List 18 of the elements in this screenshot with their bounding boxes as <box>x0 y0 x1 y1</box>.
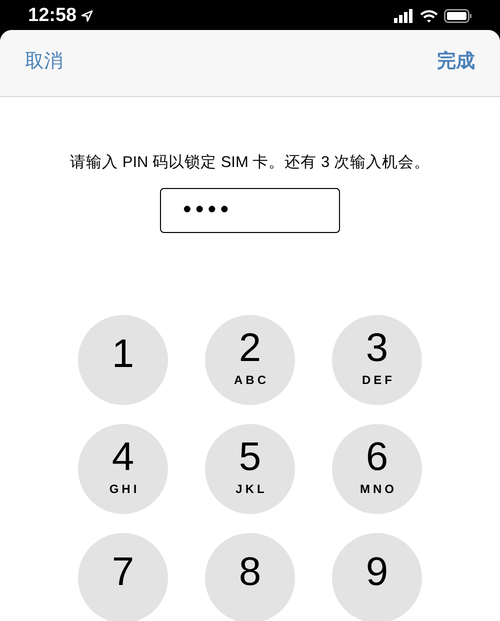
cancel-button[interactable]: 取消 <box>25 48 63 77</box>
cellular-signal-icon <box>394 9 414 24</box>
pin-prompt: 请输入 PIN 码以锁定 SIM 卡。还有 3 次输入机会。 <box>69 152 431 172</box>
keypad-key[interactable]: 7 <box>78 532 168 621</box>
keypad-key[interactable]: 4 GHI <box>78 424 168 514</box>
battery-icon <box>444 9 472 24</box>
status-time: 12:58 <box>28 4 77 28</box>
keypad-key[interactable]: 8 <box>205 532 295 621</box>
wifi-icon <box>420 10 438 23</box>
keypad-key[interactable]: 1 <box>78 314 168 405</box>
pin-field[interactable]: •••• <box>160 188 340 233</box>
keypad-key[interactable]: 6 MNO <box>332 424 422 514</box>
location-arrow-icon <box>80 10 93 22</box>
keypad-key[interactable]: 2 ABC <box>205 314 295 405</box>
keypad-key[interactable]: 3 DEF <box>332 314 422 405</box>
keypad-key[interactable]: 9 <box>332 532 422 621</box>
done-button[interactable]: 完成 <box>437 48 475 77</box>
keypad-key[interactable]: 5 JKL <box>205 424 295 514</box>
